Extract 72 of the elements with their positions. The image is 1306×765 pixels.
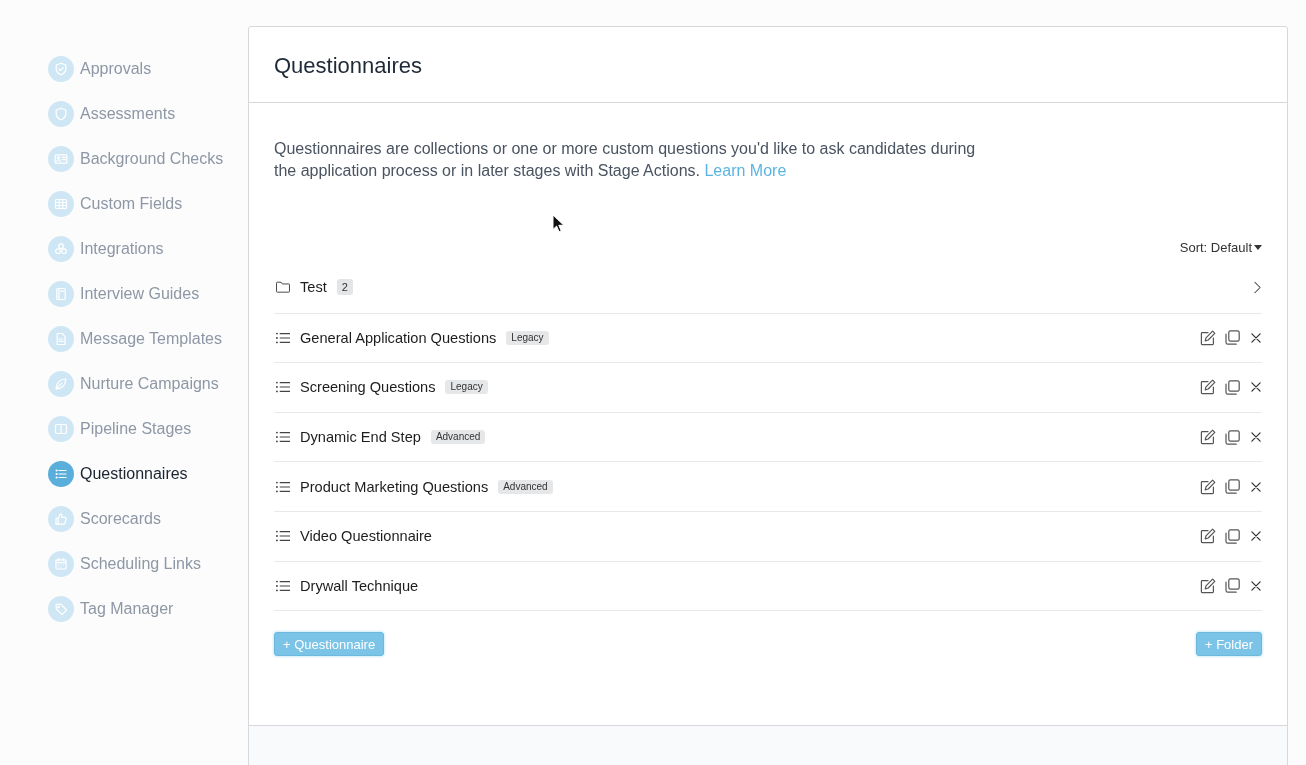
sidebar-item[interactable]: Approvals xyxy=(48,46,152,91)
mouse-pointer-icon xyxy=(552,214,564,233)
folder-icon xyxy=(276,281,290,294)
item-count: 2 xyxy=(336,279,353,296)
questionnaire-link[interactable]: General Application Questions xyxy=(300,329,497,346)
leaf-icon xyxy=(48,370,74,397)
sidebar-item[interactable]: Tag Manager xyxy=(48,586,174,631)
add-questionnaire-button[interactable]: + Questionnaire xyxy=(274,632,385,657)
copy-icon[interactable] xyxy=(1225,330,1240,346)
status-tag: Legacy xyxy=(445,380,488,395)
edit-icon[interactable] xyxy=(1200,478,1216,495)
list-icon xyxy=(276,530,290,543)
sidebar-item[interactable]: Custom Fields xyxy=(48,181,183,226)
sidebar-item[interactable]: Background Checks xyxy=(48,136,224,181)
delete-icon[interactable] xyxy=(1251,580,1261,591)
sidebar-item[interactable]: Message Templates xyxy=(48,316,222,361)
questionnaire-link[interactable]: Product Marketing Questions xyxy=(300,478,489,495)
id-card-icon xyxy=(48,145,74,172)
edit-icon[interactable] xyxy=(1200,429,1216,446)
list-icon xyxy=(276,579,290,592)
status-tag: Advanced xyxy=(498,479,553,494)
list-icon xyxy=(48,460,74,487)
grid-icon xyxy=(48,190,74,217)
questionnaire-link[interactable]: Drywall Technique xyxy=(300,577,419,594)
tag-icon xyxy=(48,595,74,622)
sidebar-item[interactable]: Scorecards xyxy=(48,496,161,541)
questionnaire-link[interactable]: Video Questionnaire xyxy=(300,528,432,545)
delete-icon[interactable] xyxy=(1251,382,1261,393)
delete-icon[interactable] xyxy=(1251,332,1261,343)
copy-icon[interactable] xyxy=(1225,578,1240,594)
delete-icon[interactable] xyxy=(1251,432,1261,443)
questionnaire-link[interactable]: Dynamic End Step xyxy=(300,429,421,446)
calendar-icon xyxy=(48,550,74,577)
copy-icon[interactable] xyxy=(1225,528,1240,544)
learn-more-link[interactable]: Learn More xyxy=(704,162,787,179)
folder-link[interactable]: Test xyxy=(300,279,327,296)
questionnaire-link[interactable]: Screening Questions xyxy=(300,379,436,396)
delete-icon[interactable] xyxy=(1251,481,1261,492)
shield-icon xyxy=(48,100,74,127)
copy-icon[interactable] xyxy=(1225,380,1240,395)
shield-check-icon xyxy=(48,55,74,82)
edit-icon[interactable] xyxy=(1200,329,1216,346)
document-icon xyxy=(48,325,74,352)
columns-icon xyxy=(48,415,74,442)
edit-icon[interactable] xyxy=(1200,528,1216,545)
description-text: Questionnaires are collections or one or more custom questions you'd like to ask candidates during the application process or in later stages with Stage Actions. Learn More xyxy=(274,139,977,181)
list-icon xyxy=(276,331,290,344)
page-title: Questionnaires xyxy=(274,52,422,79)
book-icon xyxy=(48,280,74,307)
copy-icon[interactable] xyxy=(1225,479,1240,495)
sort-dropdown[interactable]: Sort: Default xyxy=(1179,239,1262,255)
edit-icon[interactable] xyxy=(1200,379,1216,396)
sidebar-item[interactable]: Questionnaires xyxy=(48,451,188,496)
delete-icon[interactable] xyxy=(1251,531,1261,542)
list-icon xyxy=(276,431,290,444)
sidebar-item[interactable]: Pipeline Stages xyxy=(48,406,192,451)
sidebar-item[interactable]: Assessments xyxy=(48,91,176,136)
sidebar-item[interactable]: Interview Guides xyxy=(48,271,200,316)
caret-icon xyxy=(1254,244,1262,250)
status-tag: Legacy xyxy=(506,330,549,345)
sidebar-item[interactable]: Integrations xyxy=(48,226,164,271)
list-icon xyxy=(276,381,290,394)
status-tag: Advanced xyxy=(430,430,486,445)
cluster-icon xyxy=(48,235,74,262)
sidebar-item[interactable]: Nurture Campaigns xyxy=(48,361,219,406)
thumbs-up-icon xyxy=(48,505,74,532)
add-folder-button[interactable]: + Folder xyxy=(1195,632,1262,657)
sidebar-item[interactable]: Scheduling Links xyxy=(48,541,201,586)
edit-icon[interactable] xyxy=(1200,577,1216,594)
list-icon xyxy=(276,480,290,493)
chevron-right-icon[interactable] xyxy=(1254,280,1261,294)
copy-icon[interactable] xyxy=(1225,429,1240,445)
